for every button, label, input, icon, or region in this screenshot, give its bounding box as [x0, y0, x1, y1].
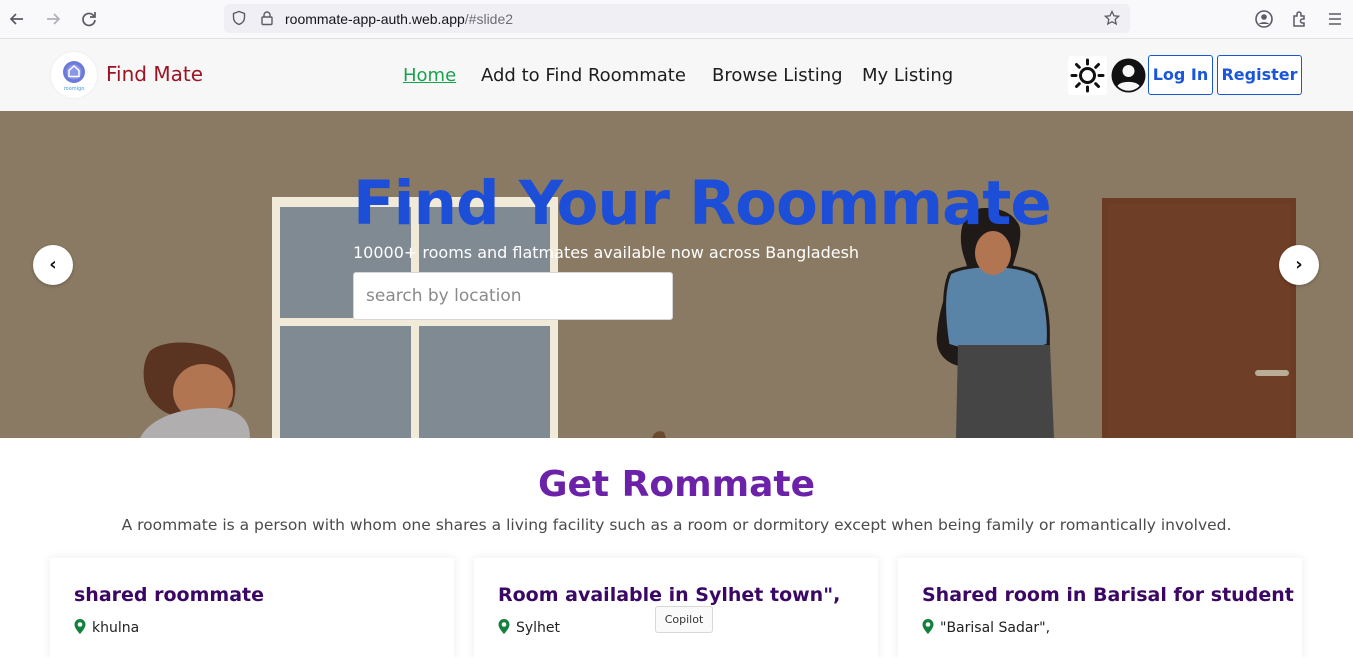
nav-link-home[interactable]: Home — [403, 65, 456, 86]
card-location-text: Sylhet — [516, 620, 561, 636]
card-location: "Barisal Sadar", — [922, 619, 1050, 636]
location-pin-icon — [74, 619, 86, 634]
theme-toggle-button[interactable] — [1068, 56, 1107, 95]
login-button[interactable]: Log In — [1148, 55, 1213, 95]
menu-icon[interactable] — [1325, 9, 1345, 29]
nav-link-add-roommate[interactable]: Add to Find Roommate — [481, 65, 686, 86]
hero-title: Find Your Roommate — [353, 168, 1052, 239]
card-location-text: khulna — [92, 620, 140, 636]
back-arrow-icon[interactable] — [7, 9, 27, 29]
listing-card[interactable]: Shared room in Barisal for student "Bari… — [898, 558, 1302, 658]
copilot-tooltip: Copilot — [655, 606, 713, 633]
section-title: Get Rommate — [537, 464, 816, 505]
location-pin-icon — [922, 619, 934, 634]
user-avatar-icon[interactable] — [1111, 58, 1146, 93]
logo[interactable]: roomigo — [51, 52, 97, 98]
site-navbar: roomigo Find Mate Home Add to Find Roomm… — [0, 39, 1353, 111]
reload-icon[interactable] — [79, 9, 99, 29]
nav-link-browse-listing[interactable]: Browse Listing — [712, 65, 843, 86]
register-button[interactable]: Register — [1217, 55, 1302, 95]
sun-icon — [1070, 58, 1105, 93]
nav-link-my-listing[interactable]: My Listing — [862, 65, 953, 86]
listing-card[interactable]: shared roommate khulna — [50, 558, 454, 658]
hero-subtitle: 10000+ rooms and flatmates available now… — [353, 243, 860, 262]
lock-icon[interactable] — [259, 10, 275, 26]
card-location: khulna — [74, 619, 139, 636]
brand-name[interactable]: Find Mate — [106, 62, 203, 86]
section-description: A roommate is a person with whom one sha… — [121, 516, 1232, 534]
card-location-text: "Barisal Sadar", — [940, 620, 1051, 636]
extensions-icon[interactable] — [1290, 9, 1310, 29]
account-icon[interactable] — [1254, 9, 1274, 29]
location-search-input[interactable] — [353, 272, 673, 320]
card-title[interactable]: shared roommate — [74, 584, 264, 606]
shield-icon[interactable] — [231, 10, 247, 26]
logo-icon: roomigo — [63, 61, 85, 92]
hero-illustration — [0, 111, 1353, 438]
location-pin-icon — [498, 619, 510, 634]
forward-arrow-icon[interactable] — [43, 9, 63, 29]
url-text[interactable]: roommate-app-auth.web.app/#slide2 — [285, 11, 513, 27]
card-location: Sylhet — [498, 619, 560, 636]
browser-toolbar: roommate-app-auth.web.app/#slide2 — [0, 0, 1353, 39]
next-slide-button[interactable]: › — [1279, 245, 1319, 285]
hero-slider: Find Your Roommate 10000+ rooms and flat… — [0, 111, 1353, 438]
logo-text: roomigo — [64, 86, 85, 92]
card-title[interactable]: Shared room in Barisal for student — [922, 584, 1294, 606]
prev-slide-button[interactable]: ‹ — [33, 245, 73, 285]
card-title[interactable]: Room available in Sylhet town", — [498, 584, 840, 606]
bookmark-star-icon[interactable] — [1103, 9, 1121, 26]
address-bar[interactable]: roommate-app-auth.web.app/#slide2 — [224, 4, 1130, 33]
